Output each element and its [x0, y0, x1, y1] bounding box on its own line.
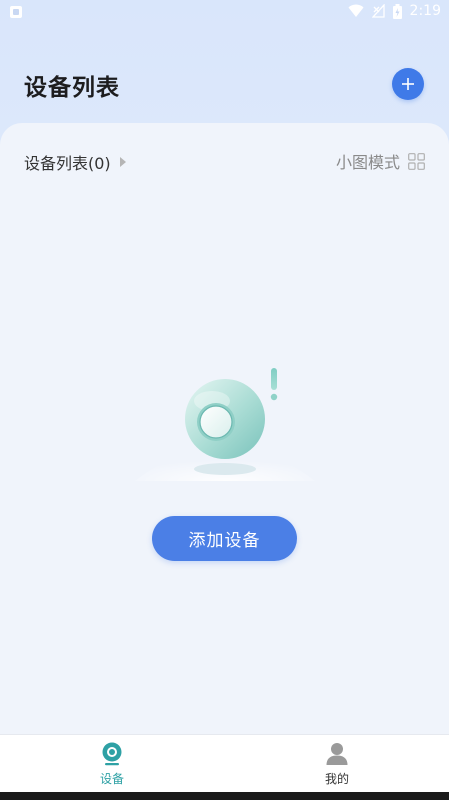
device-list-title: 设备列表(0): [24, 154, 111, 173]
add-device-plus-button[interactable]: [392, 68, 424, 100]
app-notification-icon: [10, 6, 22, 18]
plus-icon: [402, 78, 414, 90]
nav-item-profile[interactable]: 我的: [225, 735, 449, 793]
wifi-icon: [348, 4, 364, 17]
camera-icon: [102, 742, 122, 765]
add-device-button[interactable]: 添加设备: [152, 516, 297, 561]
triangle-right-icon: [119, 157, 126, 167]
grid-icon: [408, 152, 425, 170]
nav-label-devices: 设备: [99, 771, 124, 786]
device-list-panel: 设备列表(0) 小图模式 添加设备: [0, 123, 449, 734]
page-title: 设备列表: [24, 75, 120, 101]
status-bar: 2:19: [0, 0, 449, 24]
device-list-toggle[interactable]: 设备列表(0): [24, 150, 127, 174]
status-icons: 2:19: [348, 3, 441, 19]
bottom-nav: 设备 我的: [0, 734, 449, 792]
signal-icon: [371, 4, 385, 18]
nav-item-devices[interactable]: 设备: [0, 735, 224, 793]
view-mode-label: 小图模式: [335, 153, 400, 172]
view-mode-toggle[interactable]: 小图模式: [336, 149, 425, 173]
battery-icon: [392, 3, 402, 19]
camera-alert-icon: [135, 368, 315, 481]
nav-label-profile: 我的: [324, 771, 349, 786]
system-navigation-bar: [0, 792, 449, 800]
user-icon: [326, 742, 348, 765]
status-time: 2:19: [409, 3, 441, 19]
